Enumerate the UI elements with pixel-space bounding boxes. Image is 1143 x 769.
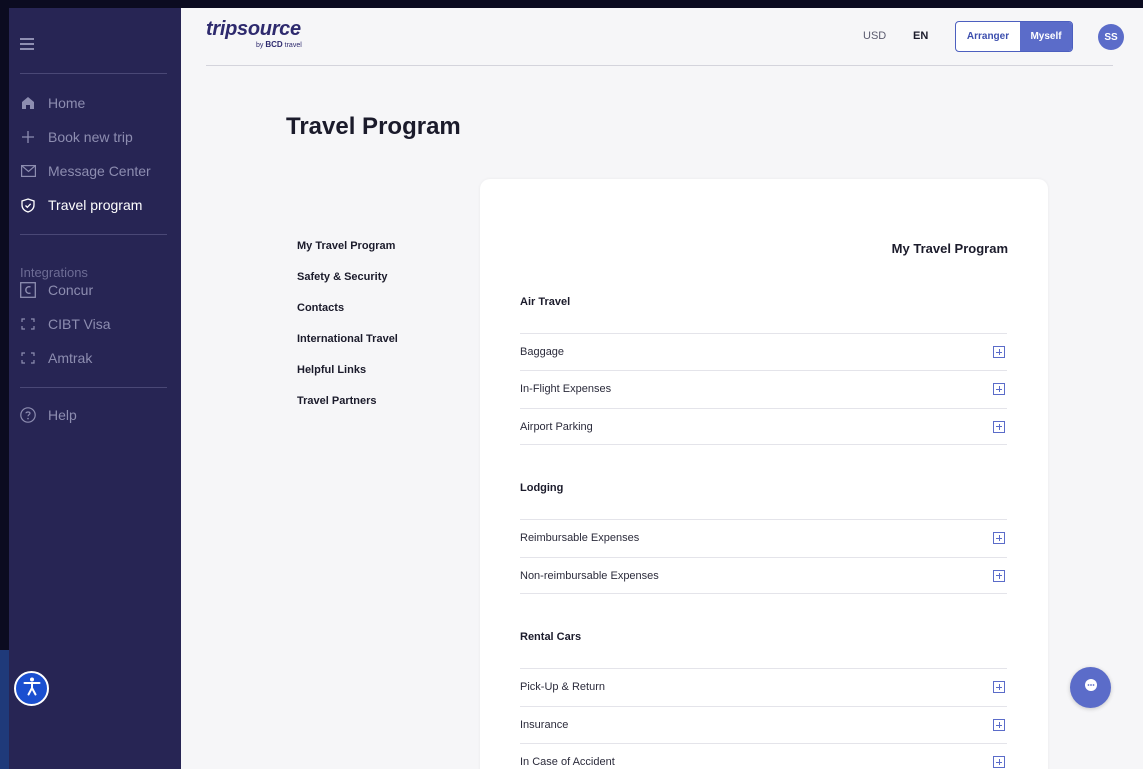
- sidebar-item-label: Message Center: [48, 163, 151, 179]
- row-label: Baggage: [520, 346, 565, 358]
- hamburger-menu-icon[interactable]: [20, 38, 38, 50]
- subnav-item-my-travel-program[interactable]: My Travel Program: [297, 240, 398, 271]
- accessibility-icon: [21, 675, 43, 702]
- logo-text-trip: trip: [206, 18, 238, 40]
- tripsource-logo[interactable]: tripsource by BCD travel: [206, 18, 302, 49]
- subnav-item-travel-partners[interactable]: Travel Partners: [297, 395, 398, 426]
- bracket-icon: [20, 316, 36, 332]
- expand-plus-icon[interactable]: [993, 681, 1005, 693]
- row-label: In Case of Accident: [520, 756, 615, 768]
- row-label: Pick-Up & Return: [520, 681, 605, 693]
- card-title: My Travel Program: [891, 241, 1008, 256]
- avatar[interactable]: SS: [1098, 24, 1124, 50]
- expand-plus-icon[interactable]: [993, 420, 1005, 433]
- accordion-row-in-case-of-accident[interactable]: In Case of Accident: [520, 743, 1007, 769]
- sidebar-item-label: CIBT Visa: [48, 316, 111, 332]
- help-circle-icon: [20, 407, 36, 423]
- shield-check-icon: [20, 197, 36, 213]
- expand-plus-icon[interactable]: [993, 569, 1005, 582]
- window-edge-strip: [0, 650, 9, 769]
- accordion-row-insurance[interactable]: Insurance: [520, 706, 1007, 743]
- sidebar-divider: [20, 387, 167, 388]
- main-content: tripsource by BCD travel USD EN Arranger…: [181, 8, 1143, 769]
- sidebar-item-label: Help: [48, 407, 77, 423]
- accordion-row-airport-parking[interactable]: Airport Parking: [520, 408, 1007, 445]
- mail-icon: [20, 163, 36, 179]
- sidebar: Home Book new trip Message Center Travel…: [0, 0, 181, 769]
- logo-sub-suffix: travel: [284, 42, 302, 49]
- accordion-row-pick-up-return[interactable]: Pick-Up & Return: [520, 668, 1007, 705]
- subnav-item-helpful-links[interactable]: Helpful Links: [297, 364, 398, 395]
- subnav-item-safety-security[interactable]: Safety & Security: [297, 271, 398, 302]
- sidebar-item-message-center[interactable]: Message Center: [20, 159, 151, 183]
- section-title-lodging: Lodging: [520, 482, 564, 494]
- expand-plus-icon[interactable]: [993, 532, 1005, 544]
- sidebar-divider: [20, 73, 167, 74]
- row-label: Non-reimbursable Expenses: [520, 569, 659, 582]
- section-title-air-travel: Air Travel: [520, 296, 571, 308]
- accordion-row-reimbursable-expenses[interactable]: Reimbursable Expenses: [520, 519, 1007, 556]
- row-label: In-Flight Expenses: [520, 383, 612, 395]
- arranger-toggle-button[interactable]: Arranger: [956, 22, 1020, 51]
- sidebar-item-label: Home: [48, 95, 86, 111]
- concur-icon: [20, 282, 36, 298]
- sidebar-item-label: Travel program: [48, 197, 143, 213]
- logo-text-source: source: [237, 18, 301, 40]
- expand-plus-icon[interactable]: [993, 383, 1005, 395]
- expand-plus-icon[interactable]: [993, 346, 1005, 358]
- chat-button[interactable]: [1070, 667, 1111, 708]
- home-icon: [20, 95, 36, 111]
- accordion-row-in-flight-expenses[interactable]: In-Flight Expenses: [520, 370, 1007, 407]
- sidebar-item-cibt-visa[interactable]: CIBT Visa: [20, 312, 111, 336]
- logo-sub-brand: BCD: [265, 40, 283, 49]
- accordion-row-baggage[interactable]: Baggage: [520, 333, 1007, 370]
- sidebar-item-concur[interactable]: Concur: [20, 278, 93, 302]
- logo-sub-prefix: by: [256, 42, 264, 49]
- accordion-row-non-reimbursable-expenses[interactable]: Non-reimbursable Expenses: [520, 557, 1007, 594]
- expand-plus-icon[interactable]: [993, 719, 1005, 731]
- accessibility-button[interactable]: [14, 671, 49, 706]
- currency-selector[interactable]: USD: [863, 30, 886, 42]
- top-bar: tripsource by BCD travel USD EN Arranger…: [206, 8, 1124, 66]
- section-title-rental-cars: Rental Cars: [520, 631, 582, 643]
- expand-plus-icon[interactable]: [993, 756, 1005, 768]
- arranger-myself-toggle: Arranger Myself: [955, 21, 1073, 52]
- sidebar-item-label: Book new trip: [48, 129, 133, 145]
- travel-program-card: My Travel Program Air Travel Baggage In-…: [480, 179, 1048, 769]
- bracket-icon: [20, 350, 36, 366]
- sidebar-divider: [20, 234, 167, 235]
- myself-toggle-button[interactable]: Myself: [1020, 22, 1072, 51]
- travel-program-subnav: My Travel Program Safety & Security Cont…: [297, 240, 398, 426]
- sidebar-item-travel-program[interactable]: Travel program: [20, 193, 142, 217]
- sidebar-item-book-new-trip[interactable]: Book new trip: [20, 125, 133, 149]
- language-selector[interactable]: EN: [913, 30, 928, 42]
- sidebar-item-label: Amtrak: [48, 350, 93, 366]
- row-label: Insurance: [520, 719, 569, 731]
- subnav-item-contacts[interactable]: Contacts: [297, 302, 398, 333]
- page-title: Travel Program: [286, 113, 461, 140]
- sidebar-item-amtrak[interactable]: Amtrak: [20, 346, 92, 370]
- sidebar-item-label: Concur: [48, 282, 94, 298]
- row-label: Reimbursable Expenses: [520, 532, 640, 544]
- row-label: Airport Parking: [520, 420, 593, 433]
- chat-bubble-icon: [1084, 678, 1098, 697]
- subnav-item-international-travel[interactable]: International Travel: [297, 333, 398, 364]
- plus-icon: [20, 129, 36, 145]
- sidebar-item-home[interactable]: Home: [20, 91, 85, 115]
- sidebar-item-help[interactable]: Help: [20, 403, 77, 427]
